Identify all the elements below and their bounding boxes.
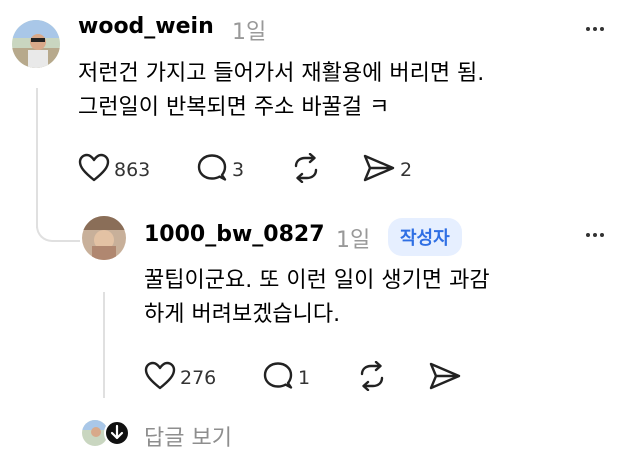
reply-count: 3 <box>232 159 245 181</box>
reply-like-count: 276 <box>180 367 217 389</box>
reply-reply-button[interactable]: 1 <box>262 361 310 395</box>
reply-text-line: 꿀팁이군요. 또 이런 일이 생기면 과감 <box>144 268 490 293</box>
arrow-down-icon <box>104 420 130 446</box>
thread-line <box>36 88 38 228</box>
heart-icon <box>78 153 110 187</box>
comment-bubble-icon <box>196 153 228 187</box>
comment-text: 저런건 가지고 들어가서 재활용에 버리면 됨. 그런일이 반복되면 주소 바꿀… <box>78 57 484 125</box>
share-count: 2 <box>400 159 413 181</box>
reply-repost-button[interactable] <box>356 360 388 395</box>
view-replies-link[interactable]: 답글 보기 <box>144 420 232 452</box>
author-badge: 작성자 <box>388 218 462 256</box>
comment-timestamp: 1일 <box>232 20 267 45</box>
like-count: 863 <box>114 159 151 181</box>
reply-avatar[interactable] <box>82 216 126 260</box>
reply-username[interactable]: 1000_bw_0827 <box>144 222 325 247</box>
reply-like-button[interactable]: 276 <box>144 361 216 395</box>
repost-button[interactable] <box>290 152 322 187</box>
heart-icon <box>144 361 176 395</box>
reply-reply-count: 1 <box>298 367 311 389</box>
like-button[interactable]: 863 <box>78 153 150 187</box>
reply-thread-line <box>103 292 105 398</box>
reply-text-line: 하게 버려보겠습니다. <box>144 302 341 327</box>
reply-more-options-icon[interactable] <box>586 233 604 237</box>
share-button[interactable]: 2 <box>362 153 412 187</box>
reply-share-button[interactable] <box>428 361 462 395</box>
avatar[interactable] <box>12 20 60 68</box>
view-replies-avatars[interactable] <box>82 420 134 446</box>
send-icon <box>362 153 396 187</box>
comment-text-line: 그런일이 반복되면 주소 바꿀걸 ㅋ <box>78 95 390 120</box>
comment-username[interactable]: wood_wein <box>78 14 214 39</box>
reply-button[interactable]: 3 <box>196 153 244 187</box>
reply-timestamp: 1일 <box>336 228 371 253</box>
thread-line-curve <box>36 214 80 242</box>
send-icon <box>428 361 462 395</box>
more-options-icon[interactable] <box>586 27 604 31</box>
repost-icon <box>290 152 322 187</box>
repost-icon <box>356 360 388 395</box>
reply-text: 꿀팁이군요. 또 이런 일이 생기면 과감 하게 버려보겠습니다. <box>144 264 490 332</box>
comment-text-line: 저런건 가지고 들어가서 재활용에 버리면 됨. <box>78 61 485 86</box>
comment-bubble-icon <box>262 361 294 395</box>
